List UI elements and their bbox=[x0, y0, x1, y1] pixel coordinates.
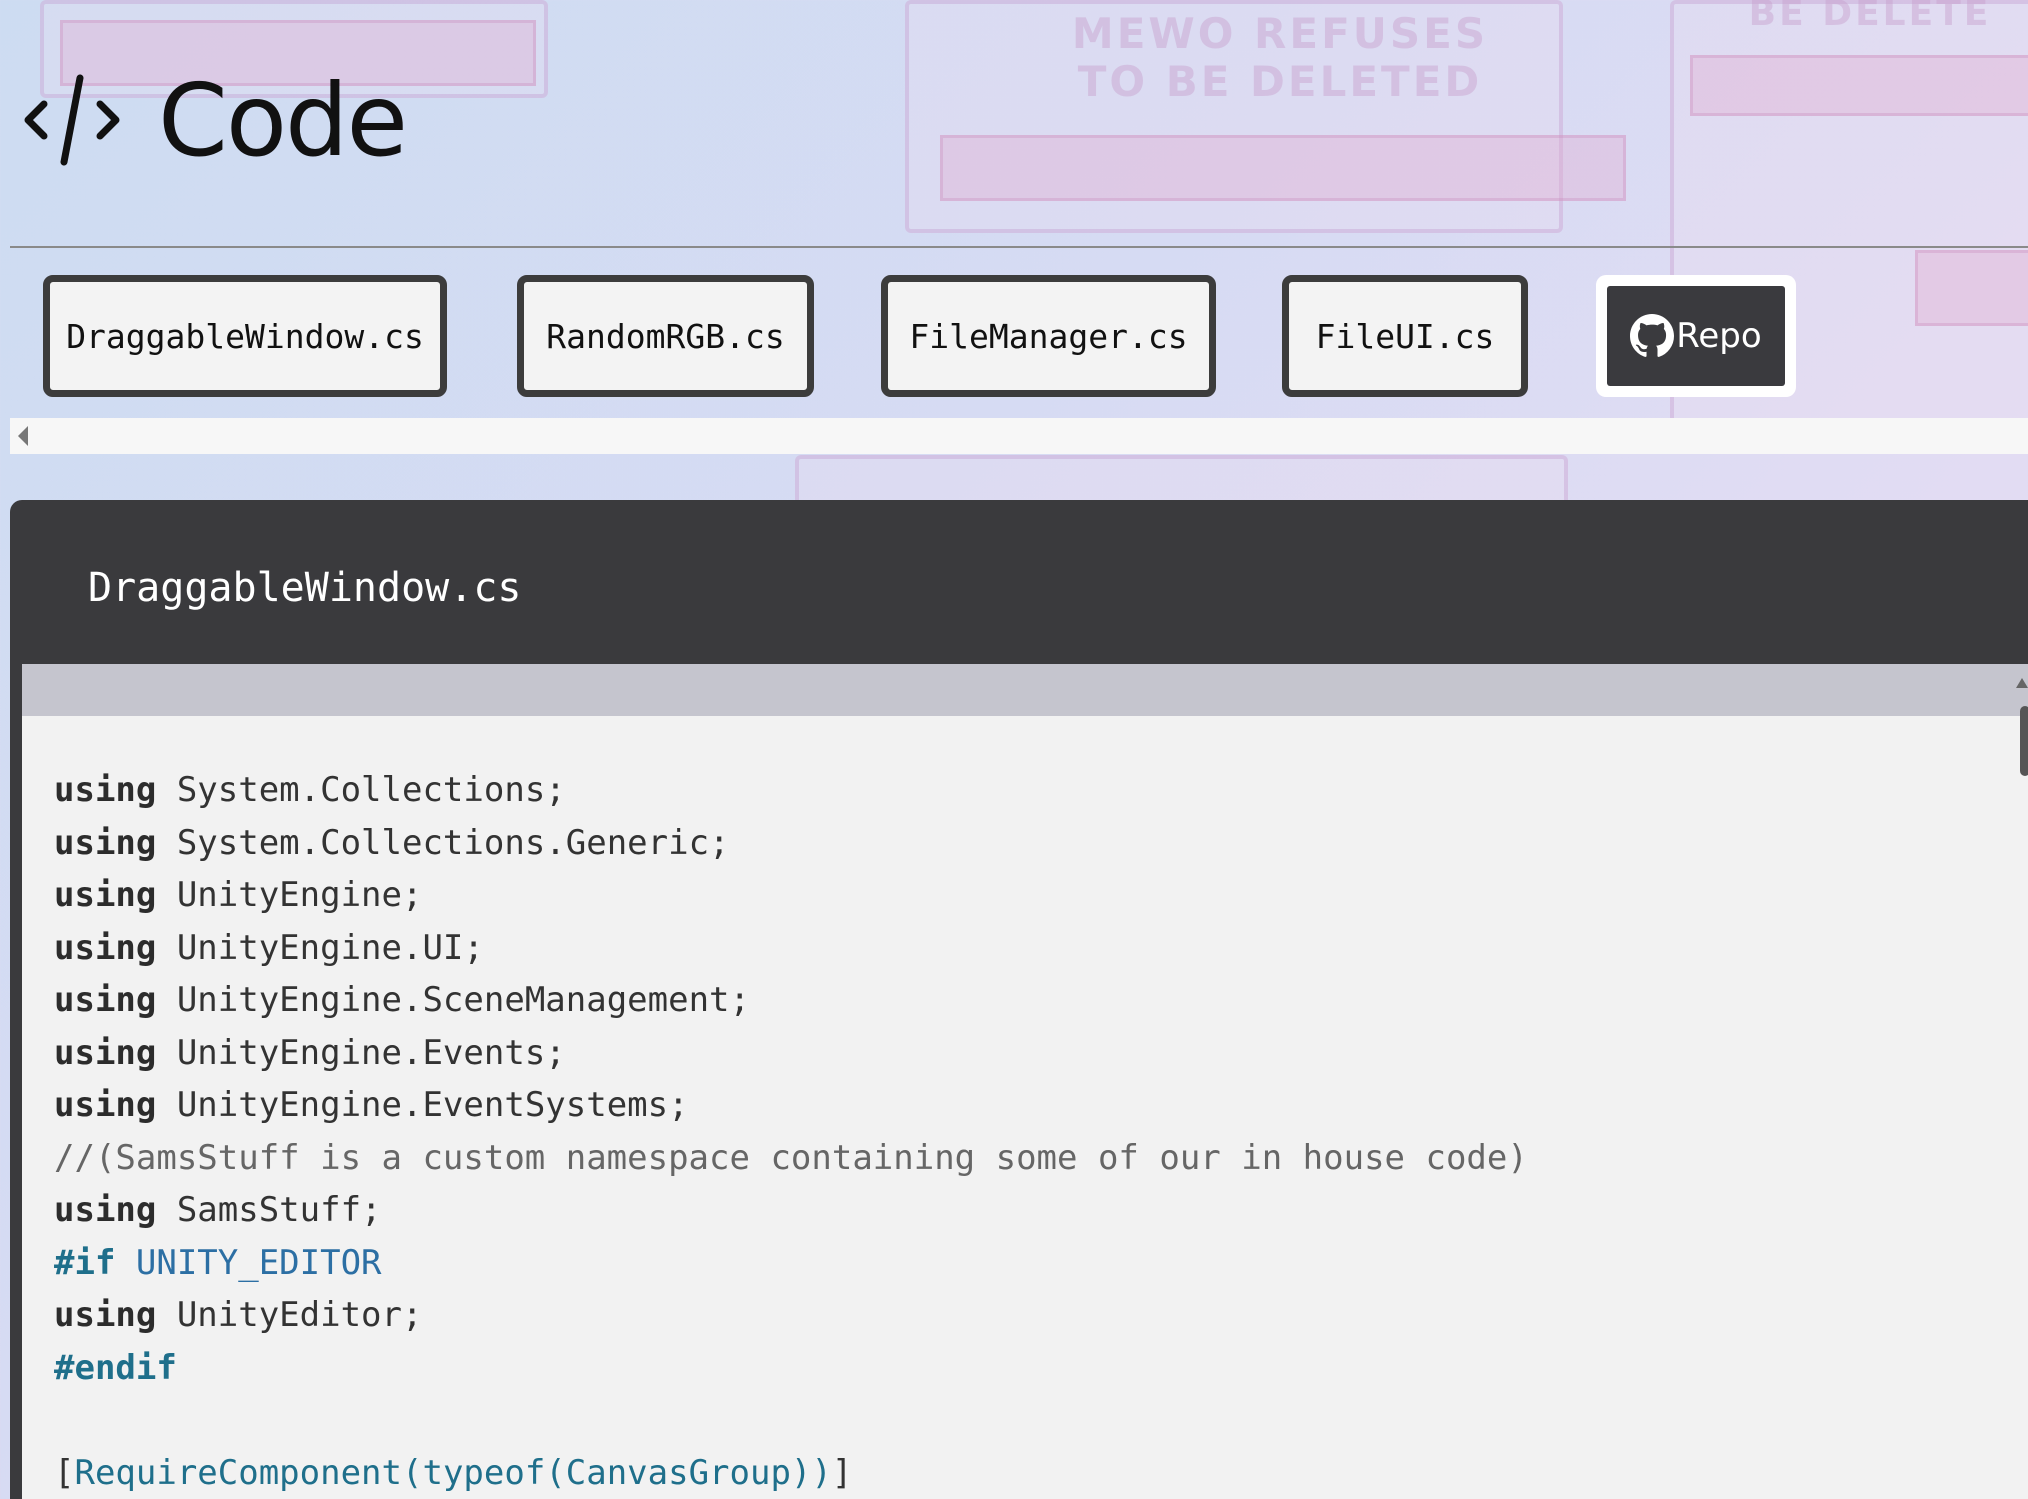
code-token: UnityEngine; bbox=[156, 875, 423, 915]
code-brackets-icon bbox=[24, 74, 120, 166]
scroll-up-arrow-icon[interactable] bbox=[2016, 678, 2028, 688]
code-panel: DraggableWindow.cs using System.Collecti… bbox=[10, 500, 2028, 1499]
tabs-horizontal-scrollbar[interactable] bbox=[10, 418, 2028, 454]
code-token: //(SamsStuff is a custom namespace conta… bbox=[54, 1137, 1528, 1178]
code-line: using UnityEngine.SceneManagement; bbox=[54, 974, 1528, 1027]
code-token: using bbox=[54, 770, 157, 810]
header-divider bbox=[10, 246, 2028, 248]
code-panel-title: DraggableWindow.cs bbox=[88, 565, 522, 611]
code-line: #endif bbox=[54, 1342, 1528, 1395]
code-line: #if UNITY_EDITOR bbox=[54, 1237, 1528, 1290]
code-line: using UnityEngine.UI; bbox=[54, 922, 1528, 975]
code-line: using System.Collections.Generic; bbox=[54, 817, 1528, 870]
code-line: //(SamsStuff is a custom namespace conta… bbox=[54, 1132, 1528, 1185]
page-title: Code bbox=[158, 61, 408, 179]
code-token: using bbox=[54, 822, 157, 863]
code-token: using bbox=[54, 927, 157, 968]
code-line: using UnityEditor; bbox=[54, 1289, 1528, 1342]
code-token: UnityEditor; bbox=[156, 1295, 423, 1335]
code-token: UNITY_EDITOR bbox=[115, 1242, 382, 1283]
scroll-left-arrow-icon[interactable] bbox=[18, 426, 28, 446]
code-token: UnityEngine.UI; bbox=[156, 927, 484, 968]
code-line: using System.Collections; bbox=[54, 764, 1528, 817]
tab-filemanager[interactable]: FileManager.cs bbox=[881, 275, 1216, 397]
background-deco-text: MEWO REFUSES TO BE DELETED bbox=[1071, 9, 1489, 106]
code-token: using bbox=[54, 1190, 157, 1230]
repo-button-label: Repo bbox=[1676, 316, 1762, 356]
code-viewer[interactable]: using System.Collections; using System.Co… bbox=[22, 664, 2028, 1499]
code-line: using UnityEngine; bbox=[54, 869, 1528, 922]
code-token: UnityEngine.Events; bbox=[156, 1032, 566, 1073]
code-token: using bbox=[54, 1295, 157, 1335]
background-bar bbox=[1915, 250, 2028, 326]
code-token: using bbox=[54, 1085, 157, 1125]
code-toolbar bbox=[22, 664, 2028, 716]
code-block: using System.Collections; using System.Co… bbox=[54, 764, 1528, 1499]
code-token: #if bbox=[54, 1242, 116, 1283]
code-token: #endif bbox=[54, 1347, 177, 1388]
tab-draggablewindow[interactable]: DraggableWindow.cs bbox=[43, 275, 447, 397]
code-token: SamsStuff; bbox=[156, 1190, 382, 1230]
code-line: using UnityEngine.Events; bbox=[54, 1027, 1528, 1080]
background-bar bbox=[1690, 55, 2028, 116]
code-line: [RequireComponent(typeof(CanvasGroup))] bbox=[54, 1447, 1528, 1499]
background-bar bbox=[940, 135, 1626, 201]
code-token: ] bbox=[831, 1452, 853, 1493]
code-token: UnityEngine.EventSystems; bbox=[156, 1085, 689, 1125]
code-line: using SamsStuff; bbox=[54, 1184, 1528, 1237]
code-token: using bbox=[54, 980, 157, 1020]
repo-button[interactable]: Repo bbox=[1596, 275, 1796, 397]
code-token: UnityEngine.SceneManagement; bbox=[156, 980, 750, 1020]
code-line: using UnityEngine.EventSystems; bbox=[54, 1079, 1528, 1132]
code-token: [ bbox=[54, 1452, 75, 1493]
background-deco-text: BE DELETE bbox=[1748, 0, 1992, 34]
code-token: System.Collections.Generic; bbox=[156, 822, 730, 863]
tab-fileui[interactable]: FileUI.cs bbox=[1282, 275, 1528, 397]
code-token: using bbox=[54, 1032, 157, 1073]
code-token: using bbox=[54, 875, 157, 915]
code-token: System.Collections; bbox=[156, 770, 566, 810]
code-token: RequireComponent(typeof(CanvasGroup)) bbox=[74, 1452, 832, 1493]
code-vertical-scrollbar[interactable] bbox=[2016, 664, 2028, 1499]
scrollbar-thumb[interactable] bbox=[2020, 706, 2028, 776]
page-header: Code bbox=[24, 60, 408, 180]
tab-randomrgb[interactable]: RandomRGB.cs bbox=[517, 275, 814, 397]
background-window bbox=[905, 0, 1563, 233]
github-icon bbox=[1630, 314, 1675, 357]
